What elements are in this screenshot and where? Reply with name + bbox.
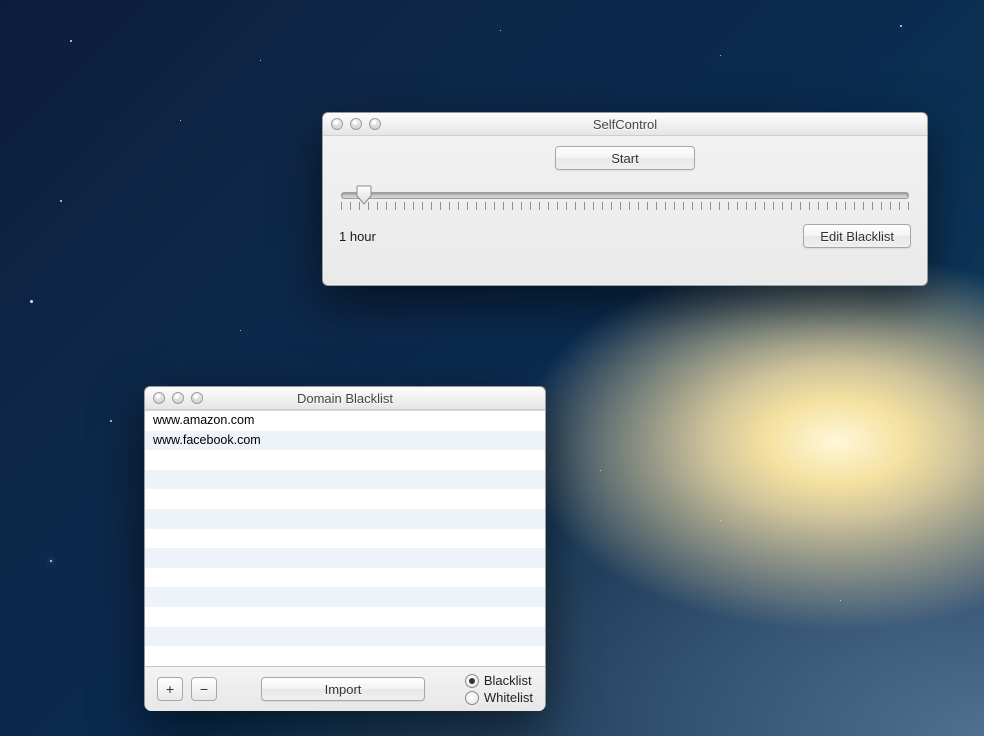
domain-list[interactable]: www.amazon.comwww.facebook.com <box>145 410 545 667</box>
radio-icon <box>465 674 479 688</box>
list-item[interactable]: www.facebook.com <box>145 431 545 451</box>
list-item[interactable] <box>145 627 545 647</box>
import-button[interactable]: Import <box>261 677 425 701</box>
domain-blacklist-window: Domain Blacklist www.amazon.comwww.faceb… <box>144 386 546 710</box>
slider-ticks <box>341 202 909 210</box>
slider-track <box>341 192 909 199</box>
window-title: Domain Blacklist <box>145 391 545 406</box>
window-title: SelfControl <box>323 117 927 132</box>
radio-icon <box>465 691 479 705</box>
list-item[interactable]: www.amazon.com <box>145 411 545 431</box>
list-item[interactable] <box>145 450 545 470</box>
list-item[interactable] <box>145 548 545 568</box>
mode-radio-group: Blacklist Whitelist <box>465 672 533 706</box>
edit-blacklist-button[interactable]: Edit Blacklist <box>803 224 911 248</box>
titlebar[interactable]: SelfControl <box>323 113 927 136</box>
radio-blacklist[interactable]: Blacklist <box>465 672 533 689</box>
titlebar[interactable]: Domain Blacklist <box>145 387 545 410</box>
desktop-background: SelfControl Start <box>0 0 984 736</box>
radio-label: Whitelist <box>484 689 533 706</box>
duration-slider[interactable] <box>341 182 909 210</box>
list-item[interactable] <box>145 529 545 549</box>
list-item[interactable] <box>145 470 545 490</box>
add-domain-button[interactable]: + <box>157 677 183 701</box>
start-button[interactable]: Start <box>555 146 695 170</box>
duration-label: 1 hour <box>339 229 376 244</box>
remove-domain-button[interactable]: − <box>191 677 217 701</box>
radio-label: Blacklist <box>484 672 532 689</box>
radio-whitelist[interactable]: Whitelist <box>465 689 533 706</box>
blacklist-footer: + − Import Blacklist Whitelist <box>145 667 545 711</box>
list-item[interactable] <box>145 607 545 627</box>
list-item[interactable] <box>145 646 545 666</box>
list-item[interactable] <box>145 489 545 509</box>
list-item[interactable] <box>145 568 545 588</box>
selfcontrol-window: SelfControl Start <box>322 112 928 286</box>
list-item[interactable] <box>145 587 545 607</box>
list-item[interactable] <box>145 509 545 529</box>
